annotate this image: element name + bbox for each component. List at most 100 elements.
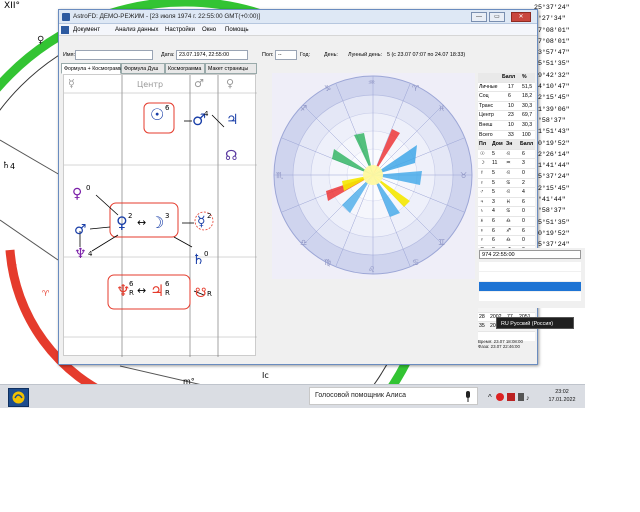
- minimize-button[interactable]: —: [471, 12, 487, 22]
- neptune-left-node[interactable]: ♆: [74, 247, 87, 261]
- degree-item: 29°42'32": [534, 71, 570, 79]
- date-input[interactable]: 23.07.1974, 22:55:00: [176, 50, 248, 60]
- table-row: ♂ 5 ♌ 4: [478, 188, 535, 198]
- table-cell: 5: [492, 150, 495, 157]
- taskbar-app-icon[interactable]: [8, 388, 29, 407]
- tab-formula-cosmogram[interactable]: Формула + Космограмма: [61, 63, 126, 74]
- table-cell: 33: [508, 131, 514, 138]
- menu-document[interactable]: Документ: [73, 26, 100, 33]
- astrofd-window: AstroFD: ДЕМО-РЕЖИМ - [23 июля 1974 г. 2…: [58, 9, 538, 365]
- degree-item: 2°41'44": [534, 196, 566, 204]
- degree-item: 10°19'52": [534, 139, 570, 147]
- lunar-day-label: Лунный день:: [348, 52, 383, 58]
- table-cell: ♀: [480, 179, 484, 186]
- south-node[interactable]: ☋: [195, 287, 207, 300]
- bg-aries-glyph-2: ♈: [42, 289, 50, 298]
- moon-node[interactable]: ☽: [150, 215, 164, 231]
- svg-text:♎: ♎: [300, 238, 307, 247]
- moon-score: 3: [165, 212, 170, 220]
- status-lines: Время: 23.07 18:08:00 Фаза: 23.07 22:46:…: [478, 339, 535, 357]
- neptune-retro: R: [129, 289, 134, 297]
- table-cell: ♌: [506, 150, 511, 157]
- south-node-retro: R: [207, 290, 212, 298]
- table-cell: ☽: [480, 160, 485, 167]
- table-cell: Зн: [506, 141, 513, 148]
- pol-select[interactable]: --: [275, 50, 297, 60]
- right-panel-row-selected[interactable]: [479, 282, 581, 291]
- day-label: День:: [324, 52, 338, 58]
- table-cell: Всего: [479, 131, 493, 138]
- degree-item: 25°51'35": [534, 60, 570, 68]
- svg-text:♑: ♑: [324, 84, 331, 93]
- tray-icons[interactable]: ^ ♪: [488, 391, 538, 403]
- taskbar-clock[interactable]: 23:02 17.01.2022: [542, 388, 582, 404]
- table-cell: ♎: [506, 217, 511, 224]
- close-button[interactable]: ✕: [511, 12, 531, 22]
- table-cell: ☿: [480, 169, 484, 176]
- jupiter-node[interactable]: ♃: [226, 113, 239, 127]
- col-glyph-2: ♂: [194, 77, 204, 90]
- arrow-1: ↔: [137, 216, 147, 229]
- language-indicator[interactable]: RU Русский (Россия): [496, 317, 574, 329]
- degree-item: 12°26'14": [534, 150, 570, 158]
- table-cell: 3: [522, 160, 525, 167]
- table-cell: 30,3: [522, 102, 533, 109]
- desktop-screen: XII° ♀ ♄ 4 ♈ ♈ m° Ic 25°37'24" 0°27'34" 17…: [0, 0, 585, 408]
- svg-text:♈: ♈: [412, 84, 419, 93]
- table-cell: %: [522, 74, 527, 80]
- table-cell: 6: [492, 217, 495, 224]
- sun-node[interactable]: ☉: [150, 107, 164, 123]
- table-cell: 51,5: [522, 83, 533, 90]
- svg-text:♏: ♏: [276, 171, 284, 180]
- jupiter-retro: R: [165, 289, 170, 297]
- degree-item: 17°08'01": [534, 26, 570, 34]
- formula-panel: ☿ Центр ♂ ♀ ☉ 6 ♂ 4 ♃ ☊ ♀ 2 ↔ ☽ 3 ☿ 2 ♀ …: [63, 74, 257, 357]
- right-panel-row-1[interactable]: [479, 262, 581, 271]
- maximize-button[interactable]: ▭: [489, 12, 505, 22]
- tab-formula-soul[interactable]: Формула Душ: [121, 63, 165, 74]
- app-icon: [62, 13, 70, 21]
- menu-settings[interactable]: Настройки: [165, 26, 195, 33]
- degree-item: 21°51'43": [534, 128, 570, 136]
- microphone-icon[interactable]: [465, 391, 471, 402]
- table-row: ☿ 5 ♌ 0: [478, 169, 535, 179]
- venus-center-node[interactable]: ♀: [116, 215, 128, 231]
- degree-list: 25°37'24" 0°27'34" 17°08'01" 17°08'01" 13°57…: [534, 2, 585, 262]
- tab-cosmogram[interactable]: Космограмма: [165, 63, 205, 74]
- table-cell: Личные: [479, 83, 498, 90]
- name-input[interactable]: [75, 50, 153, 60]
- mars-left-node[interactable]: ♂: [74, 223, 87, 237]
- right-panel-row-4[interactable]: [479, 292, 581, 301]
- jupiter-score: 6: [165, 280, 170, 288]
- jupiter-red-node[interactable]: ♃: [150, 283, 164, 299]
- node-glyph[interactable]: ☊: [225, 149, 237, 163]
- menu-analysis[interactable]: Анализ данных: [115, 26, 158, 33]
- table-cell: 0: [522, 237, 525, 244]
- venus-left-score: 0: [86, 184, 91, 192]
- mercury-score: 2: [207, 212, 212, 220]
- table-cell: ♅: [480, 217, 484, 224]
- table-cell: ♋: [506, 208, 511, 215]
- svg-text:♓: ♓: [438, 104, 445, 113]
- bg-venus-glyph: ♀: [37, 35, 45, 46]
- right-panel-row-2[interactable]: [479, 272, 581, 281]
- mercury-node[interactable]: ☿: [197, 215, 206, 229]
- table-cell: ♋: [506, 179, 511, 186]
- right-panel-header[interactable]: 974 22:55:00: [479, 250, 581, 259]
- voice-assistant-search[interactable]: Голосовой помощник Алиса: [309, 387, 478, 405]
- tab-page-layout[interactable]: Макет страницы: [205, 63, 257, 74]
- venus-left-node[interactable]: ♀: [72, 187, 82, 201]
- degree-item: 13°57'47": [534, 49, 570, 57]
- degree-item: 10°19'52": [534, 229, 570, 237]
- table-row: Личные 17 51,5: [478, 83, 535, 93]
- cosmogram-panel: ♒ ♌ ♏ ♉ ♐ ♓ ♎ ♊ ♑ ♈ ♍ ♋: [272, 73, 475, 279]
- menu-help[interactable]: Помощь: [225, 26, 249, 33]
- menu-window[interactable]: Окно: [202, 26, 216, 33]
- table-cell: 2: [522, 179, 525, 186]
- degree-item: 25°51'35": [534, 218, 570, 226]
- saturn-node[interactable]: ♄: [192, 253, 205, 267]
- svg-text:♌: ♌: [368, 265, 375, 274]
- table-cell: Дом: [492, 141, 503, 148]
- table-row: Всего 33 100: [478, 131, 535, 141]
- svg-text:♐: ♐: [300, 104, 307, 113]
